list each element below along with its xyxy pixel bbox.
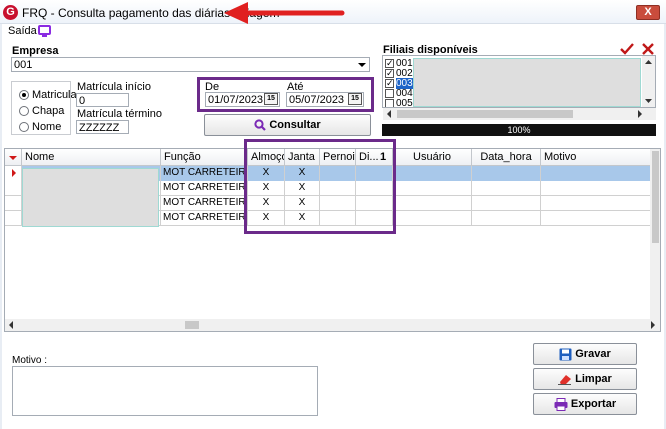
- radio-chapa[interactable]: [19, 106, 29, 116]
- exportar-button[interactable]: Exportar: [533, 393, 637, 415]
- row-indicator: [5, 211, 22, 226]
- checkmark-icon[interactable]: [620, 43, 634, 55]
- radio-nome-label: Nome: [32, 121, 62, 133]
- matricula-inicio-input[interactable]: 0: [76, 93, 129, 107]
- filiais-list[interactable]: ✓ 001 ✓ 002 ✓ 003 004 005: [382, 55, 656, 108]
- row-indicator: [5, 181, 22, 196]
- cell-usuario[interactable]: [393, 181, 472, 196]
- cell-funcao[interactable]: MOT CARRETEIRO: [161, 166, 248, 181]
- cell-data-hora[interactable]: [472, 211, 541, 226]
- row-indicator-icon: [5, 166, 22, 181]
- col-header-motivo[interactable]: Motivo: [541, 149, 655, 166]
- radio-matricula-label: Matricula: [32, 89, 77, 101]
- consultar-button[interactable]: Consultar: [204, 114, 371, 136]
- filial-code: 005: [396, 98, 413, 108]
- window-border-left: [0, 24, 2, 429]
- cell-data-hora[interactable]: [472, 166, 541, 181]
- col-header-usuario[interactable]: Usuário: [393, 149, 472, 166]
- exportar-label: Exportar: [570, 398, 617, 410]
- matricula-termino-label: Matrícula término: [77, 108, 162, 120]
- screen-icon[interactable]: [38, 25, 51, 35]
- matricula-inicio-value: 0: [79, 95, 86, 107]
- motivo-textarea[interactable]: [12, 366, 318, 416]
- cell-usuario[interactable]: [393, 196, 472, 211]
- x-icon[interactable]: [642, 43, 654, 55]
- empresa-dropdown-icon[interactable]: [355, 58, 369, 71]
- col-header-nome[interactable]: Nome: [22, 149, 161, 166]
- cell-motivo[interactable]: [541, 196, 655, 211]
- cell-funcao[interactable]: MOT CARRETEIRO: [161, 181, 248, 196]
- filial-checkbox[interactable]: ✓: [385, 79, 394, 88]
- grid-row-indicator-header: [5, 149, 22, 166]
- row-indicator: [5, 196, 22, 211]
- ate-date-value: 05/07/2023: [289, 94, 345, 106]
- filiais-vscrollbar[interactable]: [642, 56, 655, 107]
- col-header-data-hora[interactable]: Data_hora: [472, 149, 541, 166]
- matricula-inicio-label: Matrícula início: [77, 81, 151, 93]
- empresa-select[interactable]: 001: [11, 57, 370, 72]
- grid-hscrollbar[interactable]: [5, 319, 660, 331]
- consultar-label: Consultar: [269, 119, 321, 131]
- filial-checkbox[interactable]: [385, 89, 394, 98]
- eraser-icon: [558, 375, 572, 386]
- cell-motivo[interactable]: [541, 211, 655, 226]
- annotation-arrow-icon: [224, 2, 345, 24]
- filial-item[interactable]: 005: [385, 98, 413, 108]
- menu-saida-label: Saída: [8, 25, 37, 37]
- grid-vscrollbar[interactable]: [650, 149, 660, 319]
- cell-funcao[interactable]: MOT CARRETEIRO: [161, 196, 248, 211]
- radio-chapa-label: Chapa: [32, 105, 65, 117]
- cell-usuario[interactable]: [393, 166, 472, 181]
- filial-checkbox[interactable]: ✓: [385, 59, 394, 68]
- cell-data-hora[interactable]: [472, 181, 541, 196]
- menu-saida[interactable]: Saída: [8, 25, 37, 37]
- filiais-hscrollbar[interactable]: [383, 108, 656, 120]
- cell-motivo[interactable]: [541, 166, 655, 181]
- annotation-box-meals: [244, 139, 396, 234]
- save-icon: [559, 348, 572, 361]
- filial-checkbox[interactable]: [385, 99, 394, 107]
- motivo-label: Motivo :: [12, 355, 48, 366]
- cell-motivo[interactable]: [541, 181, 655, 196]
- gravar-button[interactable]: Gravar: [533, 343, 637, 365]
- empresa-label: Empresa: [12, 45, 59, 57]
- progress-bar: 100%: [382, 124, 656, 136]
- redacted-names: [22, 168, 159, 227]
- radio-matricula[interactable]: [19, 90, 29, 100]
- redacted-area: [413, 58, 641, 107]
- de-date-value: 01/07/2023: [208, 94, 264, 106]
- matricula-termino-input[interactable]: ZZZZZZ: [76, 120, 129, 134]
- radio-nome[interactable]: [19, 122, 29, 132]
- close-button[interactable]: X: [636, 5, 660, 20]
- gravar-label: Gravar: [575, 348, 611, 360]
- col-header-funcao[interactable]: Função: [161, 149, 248, 166]
- search-icon: [254, 119, 267, 131]
- print-icon: [554, 397, 568, 411]
- cell-data-hora[interactable]: [472, 196, 541, 211]
- limpar-label: Limpar: [575, 373, 612, 385]
- progress-label: 100%: [507, 125, 531, 135]
- matricula-termino-value: ZZZZZZ: [79, 122, 120, 134]
- cell-usuario[interactable]: [393, 211, 472, 226]
- app-logo-icon: G: [3, 5, 18, 20]
- ate-calendar-icon[interactable]: 15: [348, 93, 362, 105]
- screen-icon-stand: [42, 35, 47, 37]
- empresa-value: 001: [14, 59, 33, 71]
- filial-checkbox[interactable]: ✓: [385, 69, 394, 78]
- de-calendar-icon[interactable]: 15: [264, 93, 278, 105]
- limpar-button[interactable]: Limpar: [533, 368, 637, 390]
- cell-funcao[interactable]: MOT CARRETEIRO: [161, 211, 248, 226]
